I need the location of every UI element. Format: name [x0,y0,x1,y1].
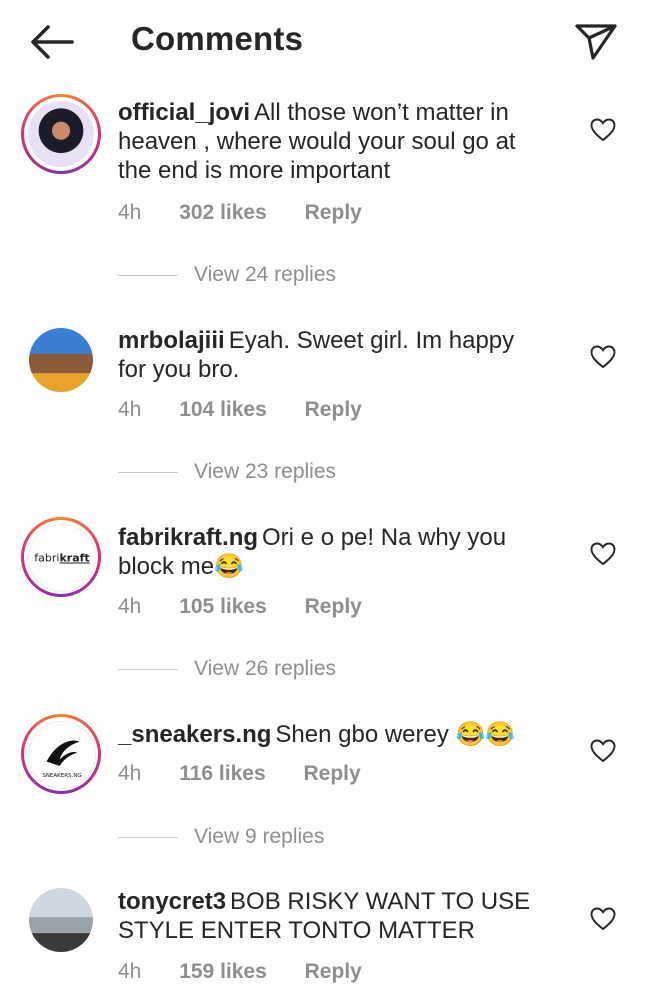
comment-username[interactable]: mrbolajiii [118,327,225,354]
heart-icon [590,907,616,931]
like-button[interactable] [590,542,616,566]
avatar[interactable] [21,94,101,174]
view-replies-label: View 23 replies [194,460,337,483]
view-replies-button[interactable]: View 26 replies [118,657,336,681]
heart-icon [590,739,616,763]
reply-button[interactable]: Reply [305,201,362,224]
svg-text:SNEAKERS.NG: SNEAKERS.NG [42,773,81,779]
comment-time: 4h [118,762,142,785]
like-button[interactable] [590,345,616,369]
wing-logo-icon: SNEAKERS.NG [42,740,82,779]
likes-count[interactable]: 302 likes [179,201,267,224]
heart-icon [590,345,616,369]
view-replies-label: View 9 replies [194,825,325,848]
divider [118,836,178,838]
likes-count[interactable]: 116 likes [179,762,265,785]
view-replies-button[interactable]: View 23 replies [118,460,336,484]
avatar[interactable]: fabrikraft [21,517,101,597]
reply-button[interactable]: Reply [303,762,360,785]
likes-count[interactable]: 104 likes [179,398,267,421]
avatar[interactable] [21,320,101,400]
heart-icon [590,118,616,142]
comment-time: 4h [118,201,142,224]
likes-count[interactable]: 105 likes [179,595,267,618]
back-button[interactable] [28,22,76,62]
view-replies-button[interactable]: View 9 replies [118,825,324,849]
divider [118,274,178,276]
reply-button[interactable]: Reply [305,398,362,421]
comment-username[interactable]: fabrikraft.ng [118,524,258,551]
avatar[interactable]: SNEAKERS.NG [21,714,101,794]
like-button[interactable] [590,739,616,763]
comment-username[interactable]: official_jovi [118,99,250,126]
comment-time: 4h [118,398,142,421]
heart-icon [590,542,616,566]
reply-button[interactable]: Reply [305,960,362,983]
brand-logo: fabrikraft [34,551,90,565]
divider [118,668,178,670]
view-replies-label: View 26 replies [194,657,337,680]
arrow-left-icon [31,25,74,59]
comment-username[interactable]: tonycret3 [118,888,226,915]
comment-time: 4h [118,595,142,618]
comment-time: 4h [118,960,142,983]
share-button[interactable] [574,22,618,62]
send-icon [575,24,617,60]
comment-text: Shen gbo werey 😂😂 [275,721,516,748]
likes-count[interactable]: 159 likes [179,960,267,983]
reply-button[interactable]: Reply [305,595,362,618]
comment-username[interactable]: _sneakers.ng [118,721,271,748]
avatar[interactable] [21,880,101,960]
divider [118,471,178,473]
view-replies-button[interactable]: View 24 replies [118,263,336,287]
view-replies-label: View 24 replies [194,263,337,286]
like-button[interactable] [590,118,616,142]
header-bar: Comments [0,0,654,84]
page-title: Comments [131,20,304,57]
like-button[interactable] [590,907,616,931]
